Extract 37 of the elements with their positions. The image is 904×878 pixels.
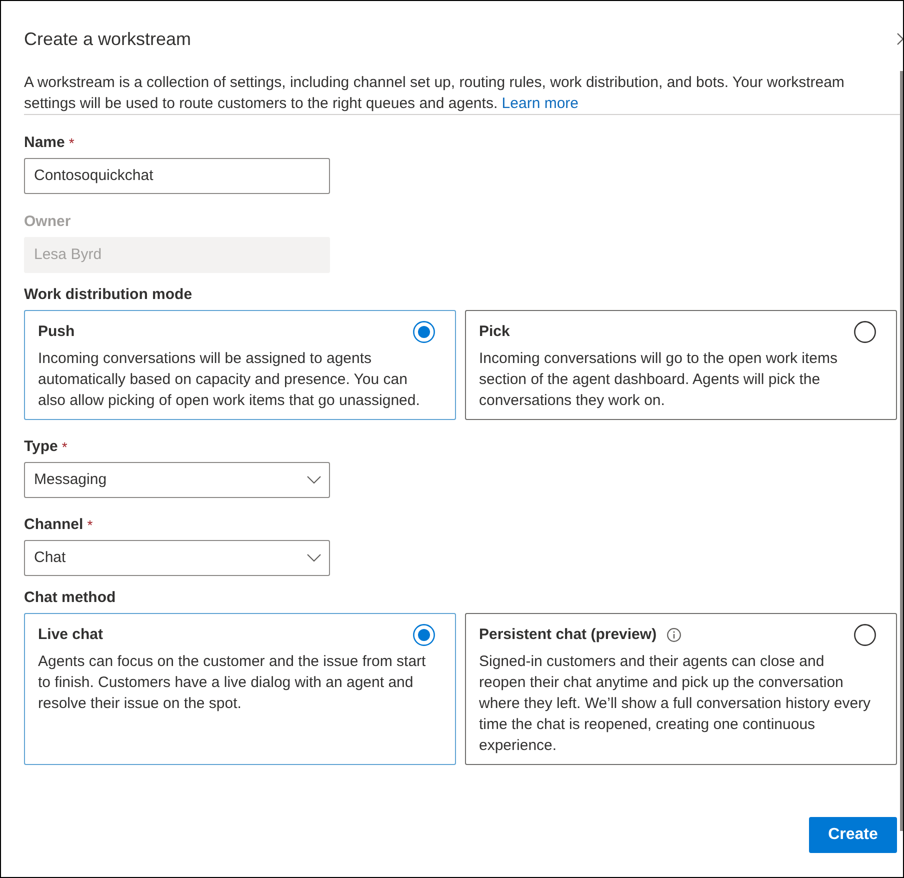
option-card[interactable]: Live chat Agents can focus on the customer and the issue from start to finish. Customers have a live dialog with an agent and resolve their issue on the spot.: [24, 613, 456, 765]
field-label: Name: [24, 133, 65, 153]
chevron-down-icon: [307, 476, 321, 484]
option-card[interactable]: Push Incoming conversations will be assigned to agents automatically based on capacity and presence. You can also allow picking of open work items that go unassigned.: [24, 310, 456, 420]
learn-more-link[interactable]: Learn more: [502, 95, 579, 112]
option-title: Live chat: [38, 625, 104, 645]
option-card[interactable]: Pick Incoming conversations will go to the open work items section of the agent dashboard. Agents will pick the conversations they work on.: [465, 310, 897, 420]
field-label: Type: [24, 437, 58, 457]
radio-button[interactable]: [854, 321, 876, 343]
dropdown[interactable]: Messaging: [24, 462, 330, 498]
required-asterisk: *: [62, 438, 68, 457]
required-asterisk: *: [87, 516, 93, 535]
field-label: Chat method: [24, 588, 116, 608]
option-description: Incoming conversations will be assigned to agents automatically based on capacity and presence. You can also allow picking of open work items that go unassigned.: [38, 349, 421, 411]
create-button[interactable]: Create: [809, 817, 897, 853]
description-text: A workstream is a collection of settings, including channel set up, routing rules, work distribution, and bots. Your workstream settings will be used to route customers to the right queues and agents. Learn more: [24, 73, 846, 114]
radio-button[interactable]: [854, 624, 876, 646]
chevron-down-icon: [307, 554, 321, 562]
scrollbar-thumb[interactable]: [900, 71, 903, 831]
field-label: Owner: [24, 212, 71, 232]
option-title: Push: [38, 322, 75, 342]
dropdown[interactable]: Chat: [24, 540, 330, 576]
required-asterisk: *: [68, 134, 74, 153]
text-input[interactable]: Contosoquickchat: [24, 158, 330, 194]
info-icon[interactable]: [666, 628, 681, 642]
option-description: Incoming conversations will go to the open work items section of the agent dashboard. Agents will pick the conversations they work on.: [479, 349, 839, 411]
option-description: Signed-in customers and their agents can close and reopen their chat anytime and pick up the conversation where they left. We’ll show a full conversation history every time the chat is reopened, creating one continuous experience.: [479, 652, 872, 756]
field-label: Channel: [24, 515, 84, 535]
dialog-title: Create a workstream: [24, 28, 192, 50]
radio-button[interactable]: [413, 624, 435, 646]
field-label: Work distribution mode: [24, 285, 192, 305]
option-title: Pick: [479, 322, 510, 342]
option-title: Persistent chat (preview): [479, 625, 657, 645]
option-description: Agents can focus on the customer and the issue from start to finish. Customers have a live dialog with an agent and resolve their issue on the spot.: [38, 652, 427, 714]
option-card[interactable]: [465, 613, 897, 765]
radio-button[interactable]: [413, 321, 435, 343]
close-icon[interactable]: [897, 33, 903, 45]
